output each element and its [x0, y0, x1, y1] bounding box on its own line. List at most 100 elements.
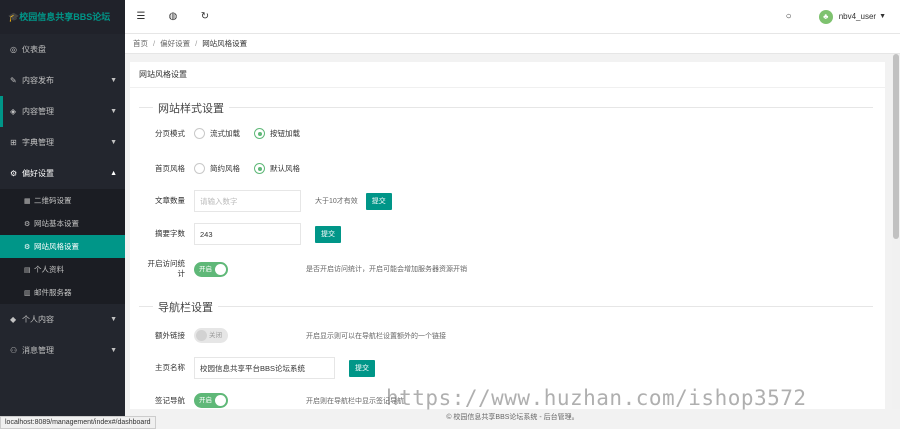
stats-toggle[interactable]: 开启 [194, 261, 228, 277]
sidebar-item-content-publish[interactable]: ✎ 内容发布 ▼ [0, 65, 125, 96]
diamond-icon: ◆ [10, 315, 17, 324]
dictionary-icon: ⊞ [10, 138, 17, 147]
radio-circle-checked[interactable] [254, 128, 265, 139]
caret-down-icon[interactable]: ▼ [879, 13, 886, 20]
summary-chars-input[interactable]: 243 [194, 223, 301, 245]
breadcrumb-current: 网站风格设置 [202, 39, 248, 48]
sidebar-item-label: 内容发布 [22, 76, 54, 85]
radio-default-style[interactable]: 默认风格 [254, 163, 300, 174]
sidebar-subitem-mail-server[interactable]: ▥ 邮件服务器 [0, 281, 125, 304]
sign-nav-toggle[interactable]: 开启 [194, 393, 228, 408]
sidebar-subitem-basic-settings[interactable]: ⚙ 网站基本设置 [0, 212, 125, 235]
sidebar: 🎓校园信息共享BBS论坛 ◎ 仪表盘 ✎ 内容发布 ▼ ◈ 内容管理 ▼ ⊞ 字… [0, 0, 125, 429]
gauge-icon: ◎ [10, 45, 17, 54]
radio-simple-style[interactable]: 简约风格 [194, 163, 240, 174]
chevron-up-icon: ▲ [110, 170, 117, 177]
pencil-icon: ✎ [10, 76, 17, 85]
sidebar-item-preferences[interactable]: ⚙ 偏好设置 ▲ [0, 158, 125, 189]
breadcrumb: 首页 / 偏好设置 / 网站风格设置 [125, 34, 900, 54]
radio-circle[interactable] [194, 163, 205, 174]
sidebar-item-label: 仪表盘 [22, 45, 46, 54]
radio-label: 流式加载 [210, 129, 240, 138]
app-window: 🎓校园信息共享BBS论坛 ◎ 仪表盘 ✎ 内容发布 ▼ ◈ 内容管理 ▼ ⊞ 字… [0, 0, 900, 429]
chevron-down-icon: ▼ [110, 139, 117, 146]
globe-icon[interactable]: ◍ [157, 11, 189, 22]
layers-icon: ◈ [10, 107, 17, 116]
nav-section-title: 导航栏设置 [153, 299, 218, 315]
sidebar-item-messages[interactable]: ⚇ 消息管理 ▼ [0, 335, 125, 366]
refresh-icon[interactable]: ↻ [189, 11, 221, 22]
article-count-hint: 大于10才有效 [315, 198, 358, 205]
article-count-input[interactable]: 请输入数字 [194, 190, 301, 212]
homepage-style-label: 首页风格 [155, 163, 185, 173]
username[interactable]: nbv4_user [839, 12, 876, 21]
sidebar-item-label: 个人内容 [22, 315, 54, 324]
breadcrumb-preferences[interactable]: 偏好设置 [160, 38, 190, 49]
card-title: 网站风格设置 [130, 62, 885, 88]
radio-button-load[interactable]: 按钮加载 [254, 128, 300, 139]
home-name-label: 主页名称 [155, 363, 185, 372]
sidebar-item-content-manage[interactable]: ◈ 内容管理 ▼ [0, 96, 125, 127]
summary-chars-row: 摘要字数 243 提交 [130, 223, 885, 245]
mail-server-icon: ▥ [24, 289, 31, 297]
stats-label: 开启访问统计 [147, 259, 186, 278]
sidebar-subitem-label: 网站风格设置 [34, 242, 79, 251]
radio-circle[interactable] [194, 128, 205, 139]
scrollbar[interactable] [892, 54, 900, 409]
summary-chars-label: 摘要字数 [155, 229, 185, 238]
browser-status-url: localhost:8089/management/index#/dashboa… [0, 416, 156, 429]
sidebar-item-personal-content[interactable]: ◆ 个人内容 ▼ [0, 304, 125, 335]
home-name-row: 主页名称 校园信息共享平台BBS论坛系统 提交 [130, 357, 885, 379]
radio-label: 按钮加载 [270, 129, 300, 138]
sidebar-item-label: 偏好设置 [22, 169, 54, 178]
sidebar-subitem-label: 二维码设置 [34, 196, 72, 205]
sidebar-item-dictionary[interactable]: ⊞ 字典管理 ▼ [0, 127, 125, 158]
radio-flow-load[interactable]: 流式加载 [194, 128, 240, 139]
sidebar-subitem-qrcode[interactable]: ▦ 二维码设置 [0, 189, 125, 212]
style-section-title: 网站样式设置 [153, 100, 229, 116]
footer: © 校园信息共享BBS论坛系统 - 后台管理。 [125, 409, 900, 429]
extra-link-label: 额外链接 [155, 330, 185, 340]
home-name-submit-button[interactable]: 提交 [349, 359, 375, 377]
user-area: ○ ♣ nbv4_user ▼ [773, 9, 900, 24]
paging-mode-label: 分页模式 [155, 128, 185, 138]
sidebar-submenu-preferences: ▦ 二维码设置 ⚙ 网站基本设置 ⚙ 网站风格设置 ▤ 个人资料 ▥ 邮件服务器 [0, 189, 125, 304]
chevron-down-icon: ▼ [110, 316, 117, 323]
menu-icon[interactable]: ☰ [125, 11, 157, 22]
sidebar-subitem-profile[interactable]: ▤ 个人资料 [0, 258, 125, 281]
gear-icon: ⚙ [10, 169, 18, 178]
sidebar-subitem-label: 网站基本设置 [34, 219, 79, 228]
radio-label: 默认风格 [270, 164, 300, 173]
paging-mode-row: 分页模式 流式加载 按钮加载 [130, 128, 885, 139]
sidebar-subitem-label: 邮件服务器 [34, 288, 72, 297]
article-count-submit-button[interactable]: 提交 [365, 192, 392, 210]
bell-icon[interactable]: ○ [773, 11, 805, 22]
scrollbar-thumb[interactable] [893, 54, 899, 239]
radio-circle-checked[interactable] [254, 163, 265, 174]
user-icon: ⚇ [10, 346, 18, 355]
breadcrumb-home[interactable]: 首页 [133, 38, 148, 49]
radio-label: 简约风格 [210, 164, 240, 173]
breadcrumb-separator: / [195, 39, 198, 48]
extra-link-toggle[interactable]: 关闭 [194, 328, 228, 343]
summary-chars-submit-button[interactable]: 提交 [315, 225, 341, 243]
style-section-divider: 网站样式设置 [139, 100, 873, 116]
sidebar-subitem-style-settings[interactable]: ⚙ 网站风格设置 [0, 235, 125, 258]
sidebar-item-dashboard[interactable]: ◎ 仪表盘 [0, 34, 125, 65]
topbar: ☰ ◍ ↻ ○ ♣ nbv4_user ▼ [125, 0, 900, 34]
sidebar-item-label: 字典管理 [22, 138, 54, 147]
profile-icon: ▤ [24, 266, 31, 274]
extra-link-hint: 开启显示则可以在导航栏设置额外的一个链接 [306, 332, 446, 340]
home-name-input[interactable]: 校园信息共享平台BBS论坛系统 [194, 357, 335, 379]
sidebar-item-label: 内容管理 [22, 107, 54, 116]
breadcrumb-separator: / [153, 39, 156, 48]
avatar[interactable]: ♣ [818, 9, 833, 24]
logo[interactable]: 🎓校园信息共享BBS论坛 [0, 0, 125, 34]
qrcode-icon: ▦ [24, 197, 31, 205]
settings-card: 网站风格设置 网站样式设置 分页模式 流式加载 按钮加载 首页风格 简约风格 默… [130, 62, 885, 409]
stats-hint: 是否开启访问统计，开启可能会增加服务器资源开销 [306, 266, 467, 273]
extra-link-row: 额外链接 关闭 开启显示则可以在导航栏设置额外的一个链接 [130, 328, 885, 343]
homepage-style-row: 首页风格 简约风格 默认风格 [130, 163, 885, 174]
chevron-down-icon: ▼ [110, 77, 117, 84]
chevron-down-icon: ▼ [110, 108, 117, 115]
